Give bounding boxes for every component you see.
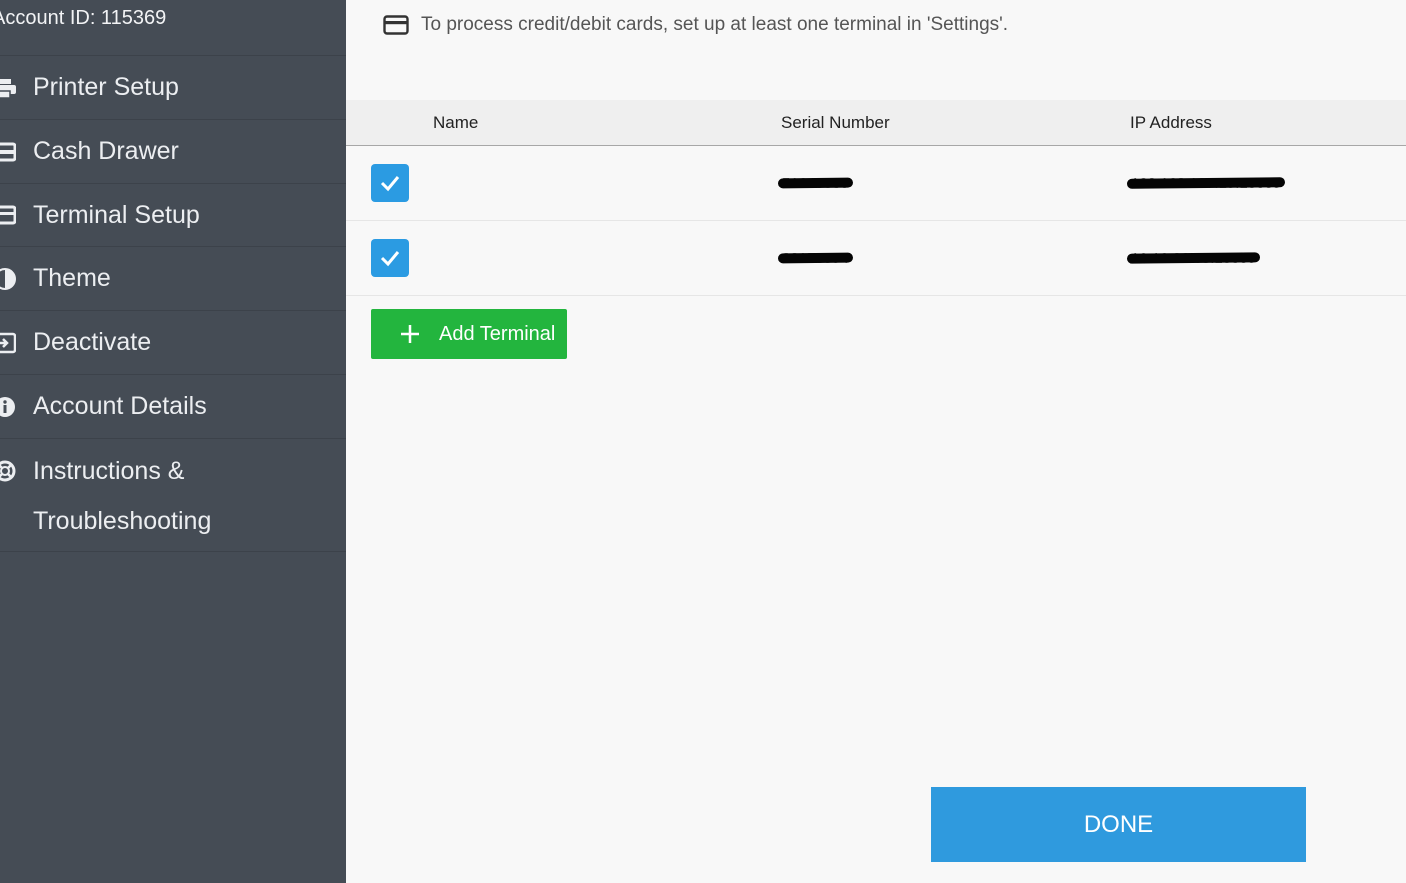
- sign-out-icon: [0, 332, 16, 354]
- sidebar: Account ID: 115369 Printer Setup Cash Dr…: [0, 0, 346, 883]
- redacted-serial: 51645030: [777, 175, 853, 192]
- redaction-mark: [777, 177, 853, 189]
- redacted-ip: 10.10.96.65:10009: [1126, 250, 1261, 267]
- sidebar-item-instructions-troubleshooting[interactable]: Instructions & Troubleshooting: [0, 439, 346, 552]
- printer-icon: [0, 77, 16, 99]
- checkmark-icon: [380, 176, 400, 192]
- cash-drawer-icon: [0, 141, 16, 163]
- sidebar-item-deactivate[interactable]: Deactivate: [0, 311, 346, 375]
- notice-text: To process credit/debit cards, set up at…: [421, 14, 1009, 35]
- card-icon: [0, 204, 16, 226]
- row-checkbox[interactable]: [371, 164, 409, 202]
- sidebar-item-label: Printer Setup: [33, 73, 179, 101]
- done-button[interactable]: DONE: [931, 787, 1306, 862]
- account-id: Account ID: 115369: [0, 0, 346, 56]
- column-header-name: Name: [433, 113, 479, 132]
- sidebar-item-label-line1: Instructions &: [33, 457, 185, 485]
- info-icon: [0, 396, 16, 418]
- credit-card-icon: [383, 14, 409, 36]
- table-row[interactable]: 83158594 10.10.96.65:10009: [346, 221, 1406, 296]
- redaction-mark: [1126, 252, 1261, 264]
- sidebar-item-terminal-setup[interactable]: Terminal Setup: [0, 184, 346, 247]
- cell-ip-address: 10.10.96.65:10009: [1126, 221, 1261, 295]
- cell-ip-address: 192.168.137.19:10009: [1126, 146, 1286, 220]
- cell-serial-number: 83158594: [777, 221, 853, 295]
- sidebar-item-label-line2: Troubleshooting: [33, 507, 212, 535]
- terminal-notice: To process credit/debit cards, set up at…: [383, 10, 1008, 40]
- cell-serial-number: 51645030: [777, 146, 853, 220]
- column-header-ip-address: IP Address: [1130, 113, 1212, 132]
- add-terminal-button[interactable]: Add Terminal: [371, 309, 567, 359]
- terminal-table-header: Name Serial Number IP Address: [346, 100, 1406, 146]
- redaction-mark: [777, 252, 853, 264]
- add-terminal-label: Add Terminal: [439, 322, 556, 345]
- sidebar-item-label: Instructions & Troubleshooting: [33, 446, 211, 546]
- row-checkbox[interactable]: [371, 239, 409, 277]
- redaction-mark: [1126, 177, 1286, 189]
- sidebar-item-label: Account Details: [33, 392, 207, 420]
- theme-icon: [0, 267, 16, 290]
- redacted-ip: 192.168.137.19:10009: [1126, 175, 1286, 192]
- sidebar-item-label: Theme: [33, 264, 111, 292]
- checkmark-icon: [380, 251, 400, 267]
- redacted-serial: 83158594: [777, 250, 853, 267]
- sidebar-item-account-details[interactable]: Account Details: [0, 375, 346, 439]
- plus-icon: [401, 325, 419, 343]
- sidebar-item-label: Deactivate: [33, 328, 152, 356]
- column-header-serial-number: Serial Number: [781, 113, 890, 132]
- sidebar-item-label: Cash Drawer: [33, 137, 179, 165]
- sidebar-item-label: Terminal Setup: [33, 200, 200, 229]
- sidebar-item-printer-setup[interactable]: Printer Setup: [0, 56, 346, 120]
- sidebar-item-theme[interactable]: Theme: [0, 247, 346, 311]
- sidebar-item-cash-drawer[interactable]: Cash Drawer: [0, 120, 346, 184]
- lifebuoy-icon: [0, 460, 16, 482]
- table-row[interactable]: 51645030 192.168.137.19:10009: [346, 146, 1406, 221]
- done-label: DONE: [1083, 810, 1154, 838]
